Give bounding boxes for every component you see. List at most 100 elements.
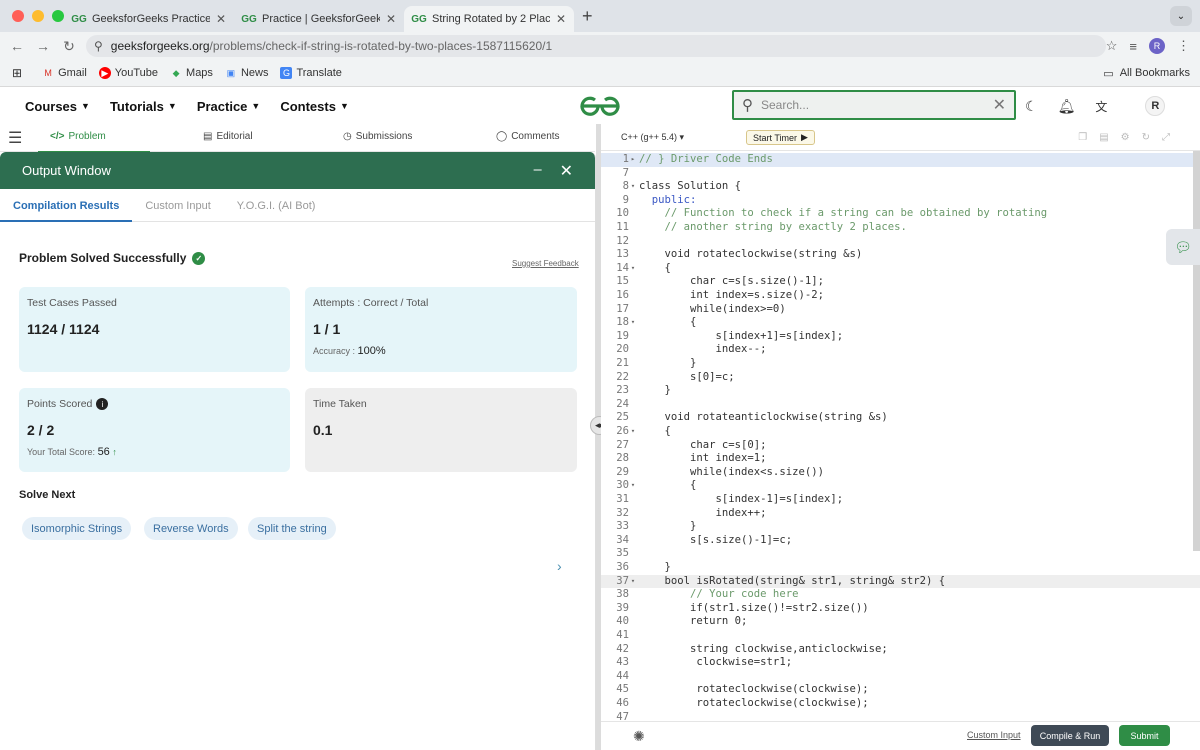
code-line[interactable]: 19 s[index+1]=s[index]; [601, 330, 1200, 344]
code-line[interactable]: 8 ▾ class Solution { [601, 180, 1200, 194]
copy-icon[interactable]: ❐ [1078, 132, 1087, 143]
bookmark-youtube[interactable]: ▶ YouTube [98, 67, 158, 79]
code-line[interactable]: 18 ▾ { [601, 316, 1200, 330]
language-translate-icon[interactable]: 文 [1095, 98, 1107, 115]
code-line[interactable]: 28 int index=1; [601, 452, 1200, 466]
code-line[interactable]: 43 clockwise=str1; [601, 656, 1200, 670]
code-line[interactable]: 21 } [601, 357, 1200, 371]
code-line[interactable]: 13 void rotateclockwise(string &s) [601, 248, 1200, 262]
fullscreen-icon[interactable]: ⤢ [1162, 132, 1170, 143]
close-tab-icon[interactable]: ✕ [216, 12, 226, 26]
start-timer-button[interactable]: Start Timer ▶ [746, 130, 815, 145]
fold-arrow-icon[interactable]: ▾ [629, 180, 637, 194]
nav-tutorials[interactable]: Tutorials ▼ [110, 99, 177, 114]
code-line[interactable]: 20 index--; [601, 343, 1200, 357]
chip-split-the-string[interactable]: Split the string [248, 517, 336, 540]
chip-isomorphic-strings[interactable]: Isomorphic Strings [22, 517, 132, 540]
tab-custom-input[interactable]: Custom Input [132, 200, 223, 221]
code-line[interactable]: 44 [601, 670, 1200, 684]
tab-problem[interactable]: </> Problem [38, 131, 150, 153]
code-line[interactable]: 47 [601, 711, 1200, 721]
code-line[interactable]: 37 ▾ bool isRotated(string& str1, string&… [601, 574, 1200, 589]
nav-courses[interactable]: Courses ▼ [25, 99, 90, 114]
close-window-button[interactable] [12, 10, 24, 22]
submit-button[interactable]: Submit [1119, 725, 1170, 746]
chevron-right-icon[interactable]: › [557, 558, 562, 574]
search-input[interactable]: ⚲ Search... ✕ [732, 90, 1016, 120]
code-line[interactable]: 15 char c=s[s.size()-1]; [601, 275, 1200, 289]
code-line[interactable]: 27 char c=s[0]; [601, 439, 1200, 453]
code-line[interactable]: 32 index++; [601, 507, 1200, 521]
minimize-icon[interactable]: ⎯ [534, 161, 542, 181]
code-line[interactable]: 23 } [601, 384, 1200, 398]
nav-practice[interactable]: Practice ▼ [197, 99, 261, 114]
clear-search-icon[interactable]: ✕ [993, 95, 1006, 115]
code-line[interactable]: 7 [601, 167, 1200, 181]
code-line[interactable]: 35 [601, 547, 1200, 561]
tab-search-chevron-icon[interactable]: ⌄ [1170, 6, 1192, 26]
profile-avatar[interactable]: R [1149, 38, 1166, 54]
bookmark-maps[interactable]: ◆ Maps [170, 67, 213, 79]
code-line[interactable]: 16 int index=s.size()-2; [601, 289, 1200, 303]
code-line[interactable]: 30 ▾ { [601, 479, 1200, 493]
fold-arrow-icon[interactable]: ▸ [629, 153, 637, 167]
reload-icon[interactable]: ↻ [56, 38, 82, 55]
paste-icon[interactable]: ▤ [1099, 132, 1108, 143]
lightbulb-icon[interactable]: ✺ [633, 728, 645, 745]
fold-arrow-icon[interactable]: ▾ [629, 316, 637, 330]
tab-comments[interactable]: ◯ Comments [496, 131, 560, 142]
code-line[interactable]: 12 [601, 235, 1200, 249]
hamburger-menu-icon[interactable]: ☰ [8, 128, 24, 148]
close-icon[interactable]: ✕ [560, 161, 573, 181]
code-line[interactable]: 40 return 0; [601, 615, 1200, 629]
custom-input-link[interactable]: Custom Input [967, 730, 1021, 740]
tab-compilation-results[interactable]: Compilation Results [0, 200, 133, 222]
code-line[interactable]: 29 while(index<s.size()) [601, 466, 1200, 480]
code-line[interactable]: 22 s[0]=c; [601, 371, 1200, 385]
code-editor[interactable]: 1 ▸// } Driver Code Ends 7 8 ▾ class Solution… [601, 151, 1200, 721]
compile-run-button[interactable]: Compile & Run [1031, 725, 1109, 746]
browser-tab[interactable]: GG GeeksforGeeks Practice – Le ✕ [64, 6, 234, 32]
gfg-logo[interactable] [578, 94, 622, 118]
all-bookmarks[interactable]: ▭ All Bookmarks [1103, 67, 1190, 80]
maximize-window-button[interactable] [52, 10, 64, 22]
reset-icon[interactable]: ↻ [1142, 132, 1150, 143]
code-line[interactable]: 1 ▸// } Driver Code Ends [601, 153, 1200, 167]
close-tab-icon[interactable]: ✕ [556, 12, 566, 26]
new-tab-button[interactable]: + [582, 6, 593, 27]
code-line[interactable]: 25 void rotateanticlockwise(string &s) [601, 411, 1200, 425]
user-avatar[interactable]: R [1145, 96, 1166, 116]
editor-scrollbar[interactable] [1193, 151, 1200, 551]
fold-arrow-icon[interactable]: ▾ [629, 425, 637, 439]
more-menu-icon[interactable]: ⋮ [1177, 38, 1190, 54]
bookmark-news[interactable]: ▣ News [225, 67, 269, 79]
forward-arrow-icon[interactable]: → [30, 38, 56, 54]
reading-list-icon[interactable]: ≡ [1129, 39, 1137, 54]
bookmark-star-icon[interactable]: ☆ [1106, 38, 1118, 54]
code-line[interactable]: 42 string clockwise,anticlockwise; [601, 643, 1200, 657]
minimize-window-button[interactable] [32, 10, 44, 22]
code-line[interactable]: 45 rotateclockwise(clockwise); [601, 683, 1200, 697]
fold-arrow-icon[interactable]: ▾ [629, 479, 637, 493]
code-line[interactable]: 36 } [601, 561, 1200, 575]
tab-submissions[interactable]: ◷ Submissions [343, 131, 412, 142]
code-line[interactable]: 14 ▾ { [601, 262, 1200, 276]
info-icon[interactable]: i [96, 398, 109, 410]
code-line[interactable]: 41 [601, 629, 1200, 643]
settings-gear-icon[interactable]: ⚙ [1121, 132, 1130, 143]
code-line[interactable]: 26 ▾ { [601, 425, 1200, 439]
nav-contests[interactable]: Contests ▼ [280, 99, 349, 114]
close-tab-icon[interactable]: ✕ [386, 12, 396, 26]
apps-grid-icon[interactable]: ⊞ [12, 66, 22, 80]
code-line[interactable]: 24 [601, 398, 1200, 412]
code-line[interactable]: 38 // Your code here [601, 588, 1200, 602]
browser-tab[interactable]: GG Practice | GeeksforGeeks | A ✕ [234, 6, 404, 32]
code-line[interactable]: 33 } [601, 520, 1200, 534]
bookmark-translate[interactable]: G Translate [280, 67, 342, 79]
code-line[interactable]: 9 public: [601, 194, 1200, 208]
code-line[interactable]: 17 while(index>=0) [601, 303, 1200, 317]
bookmark-gmail[interactable]: M Gmail [42, 67, 86, 79]
fold-arrow-icon[interactable]: ▾ [629, 575, 637, 589]
code-line[interactable]: 31 s[index-1]=s[index]; [601, 493, 1200, 507]
site-info-icon[interactable]: ⚲ [94, 39, 103, 53]
